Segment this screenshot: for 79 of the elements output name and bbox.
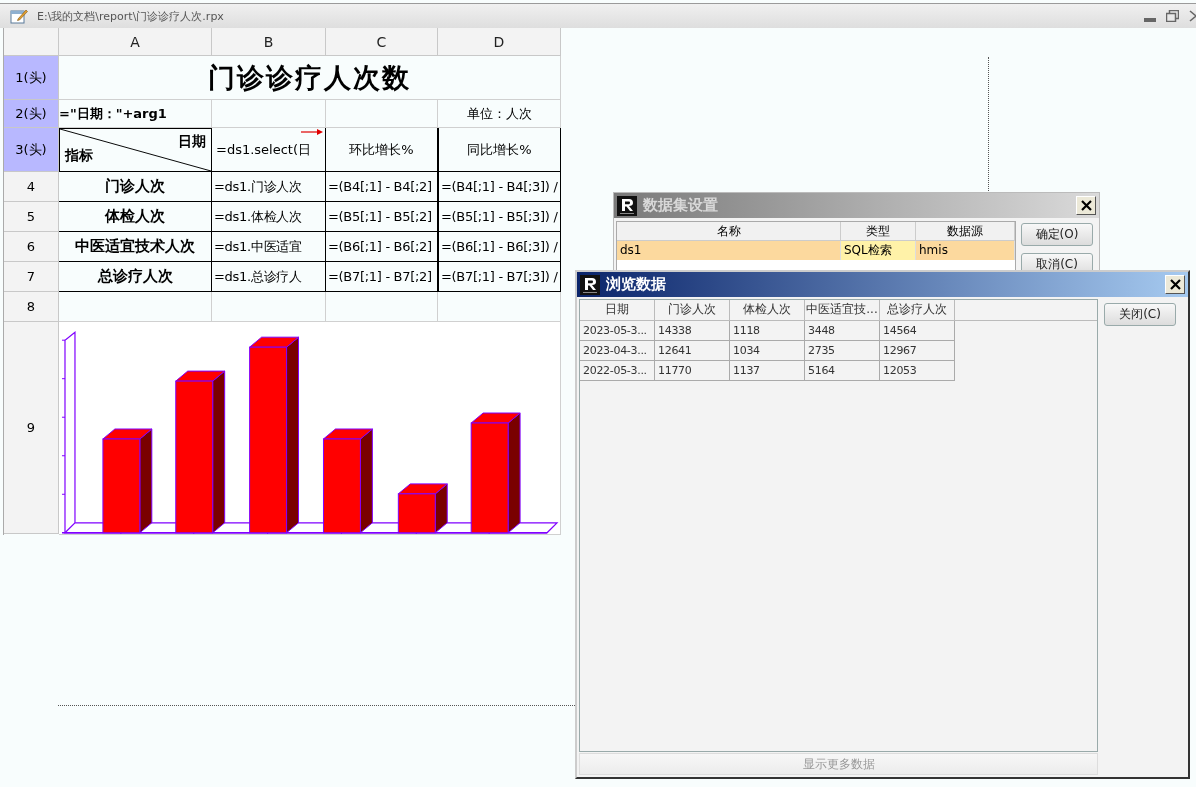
close-button[interactable]: 关闭(C) [1104,303,1176,326]
table-cell: 1137 [730,361,805,381]
column-header[interactable]: 日期 [580,300,655,320]
table-cell: 总诊疗人次 [59,262,212,292]
row-header[interactable]: 8 [4,292,59,322]
table-cell: =ds1.门诊人次 [212,172,326,202]
dialog-title: 浏览数据 [606,275,667,294]
close-button[interactable] [1076,196,1096,215]
row-header[interactable]: 7 [4,262,59,292]
table-cell: 14338 [655,321,730,341]
table-cell: 3448 [805,321,880,341]
table-cell: =(B4[;1] - B4[;3]) / [438,172,561,202]
date-formula-cell: ="日期："+arg1 [59,100,212,128]
table-cell: 2023-04-3... [580,341,655,361]
table-cell: 1034 [730,341,805,361]
restore-icon[interactable] [1166,10,1179,22]
table-cell: =(B5[;1] - B5[;3]) / [438,202,561,232]
dialog-button[interactable]: 确定(O) [1021,223,1093,246]
column-header[interactable]: 中医适宜技... [805,300,880,320]
corner-header-text: 指标 [65,147,93,165]
bar [397,483,448,534]
table-cell: 2735 [805,341,880,361]
table-cell: =ds1.中医适宜 [212,232,326,262]
right-arrow-icon [301,129,323,135]
column-header[interactable]: 类型 [841,222,916,241]
column-header[interactable]: B [212,28,326,56]
column-header[interactable]: 体检人次 [730,300,805,320]
table-cell: 12967 [880,341,955,361]
column-header[interactable]: 数据源 [916,222,1015,241]
row-header[interactable]: 5 [4,202,59,232]
column-header[interactable]: 总诊疗人次 [880,300,955,320]
row-header[interactable]: 6 [4,232,59,262]
table-cell: hmis [916,241,1015,260]
document-edit-icon [10,8,28,24]
row-header[interactable]: 4 [4,172,59,202]
column-header[interactable]: 名称 [617,222,841,241]
table-cell: 2023-05-3... [580,321,655,341]
table-cell: =(B5[;1] - B5[;2] [326,202,438,232]
table-cell: 门诊人次 [59,172,212,202]
row-header[interactable]: 9 [4,322,59,534]
corner-header-text: 日期 [178,133,206,151]
close-icon[interactable] [1189,10,1196,22]
table-cell: SQL检索 [841,241,916,260]
column-header[interactable]: 门诊人次 [655,300,730,320]
table-cell: =(B7[;1] - B7[;3]) / [438,262,561,292]
report-title: 门诊诊疗人次数 [59,56,561,100]
table-cell: 11770 [655,361,730,381]
table-cell: 12053 [880,361,955,381]
table-cell: 14564 [880,321,955,341]
table-cell: 12641 [655,341,730,361]
row-header[interactable]: 1(头) [4,56,59,100]
column-header[interactable]: D [438,28,561,56]
table-cell: =(B6[;1] - B6[;3]) / [438,232,561,262]
table-header-cell: 环比增长% [349,140,414,159]
table-cell: =(B6[;1] - B6[;2] [326,232,438,262]
dialog-title: 数据集设置 [643,196,719,215]
logo-icon [617,195,637,216]
column-header[interactable]: A [59,28,212,56]
table-cell: =ds1.总诊疗人 [212,262,326,292]
table-cell: =ds1.体检人次 [212,202,326,232]
close-button[interactable] [1165,275,1185,294]
column-header[interactable]: C [326,28,438,56]
table-cell: 1118 [730,321,805,341]
table-header-cell: =ds1.select(日 [216,140,312,159]
table-row[interactable]: ds1 SQL检索 hmis [617,241,1015,260]
table-cell: 中医适宜技术人次 [59,232,212,262]
close-icon [1169,279,1181,290]
row-header[interactable]: 3(头) [4,128,59,172]
unit-cell: 单位：人次 [438,100,561,128]
table-cell: 体检人次 [59,202,212,232]
table-cell: =(B4[;1] - B4[;2] [326,172,438,202]
table-cell: =(B7[;1] - B7[;2] [326,262,438,292]
close-icon [1080,200,1092,211]
window-title: E:\我的文档\report\门诊诊疗人次.rpx [37,8,225,24]
table-cell: 5164 [805,361,880,381]
logo-icon [580,274,600,295]
row-header[interactable]: 2(头) [4,100,59,128]
table-header-cell: 同比增长% [467,140,532,159]
table-cell: 2022-05-3... [580,361,655,381]
